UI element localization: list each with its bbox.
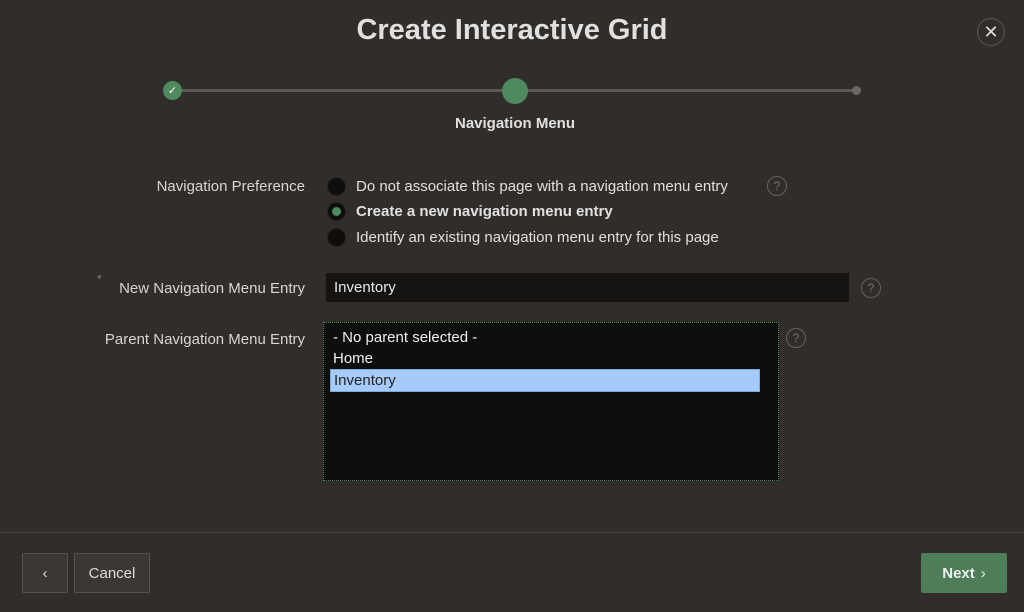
wizard-step-current bbox=[502, 78, 528, 104]
radio-option-no-association[interactable]: Do not associate this page with a naviga… bbox=[327, 177, 728, 196]
navigation-preference-label: Navigation Preference bbox=[156, 178, 305, 195]
new-entry-label: New Navigation Menu Entry bbox=[119, 280, 305, 297]
help-icon[interactable]: ? bbox=[786, 328, 806, 348]
close-icon: ✕ bbox=[983, 21, 999, 42]
check-icon: ✓ bbox=[167, 85, 178, 97]
chevron-right-icon: › bbox=[980, 564, 986, 582]
radio-label: Create a new navigation menu entry bbox=[356, 203, 613, 220]
help-icon[interactable]: ? bbox=[861, 278, 881, 298]
wizard-step-complete: ✓ bbox=[163, 81, 182, 100]
next-button[interactable]: Next › bbox=[921, 553, 1007, 593]
back-button[interactable]: ‹ bbox=[22, 553, 68, 593]
radio-button-selected[interactable] bbox=[327, 202, 346, 221]
cancel-button[interactable]: Cancel bbox=[74, 553, 150, 593]
new-entry-input[interactable] bbox=[326, 273, 849, 302]
footer-divider bbox=[0, 532, 1024, 533]
wizard-step-upcoming bbox=[852, 86, 861, 95]
radio-label: Do not associate this page with a naviga… bbox=[356, 178, 728, 195]
next-label: Next bbox=[942, 564, 975, 582]
radio-label: Identify an existing navigation menu ent… bbox=[356, 229, 719, 246]
wizard-step-label: Navigation Menu bbox=[454, 115, 575, 132]
radio-option-create-new[interactable]: Create a new navigation menu entry bbox=[327, 202, 613, 221]
listbox-option[interactable]: - No parent selected - bbox=[330, 327, 760, 348]
help-icon[interactable]: ? bbox=[767, 176, 787, 196]
close-button[interactable]: ✕ bbox=[977, 18, 1005, 46]
parent-entry-label: Parent Navigation Menu Entry bbox=[104, 331, 305, 348]
dialog-title: Create Interactive Grid bbox=[356, 14, 668, 46]
radio-button[interactable] bbox=[327, 228, 346, 247]
parent-entry-listbox[interactable]: - No parent selected - Home Inventory bbox=[323, 322, 779, 481]
radio-button[interactable] bbox=[327, 177, 346, 196]
chevron-left-icon: ‹ bbox=[42, 564, 48, 582]
listbox-option-selected[interactable]: Inventory bbox=[330, 369, 760, 392]
listbox-option[interactable]: Home bbox=[330, 348, 760, 369]
radio-option-identify-existing[interactable]: Identify an existing navigation menu ent… bbox=[327, 228, 719, 247]
